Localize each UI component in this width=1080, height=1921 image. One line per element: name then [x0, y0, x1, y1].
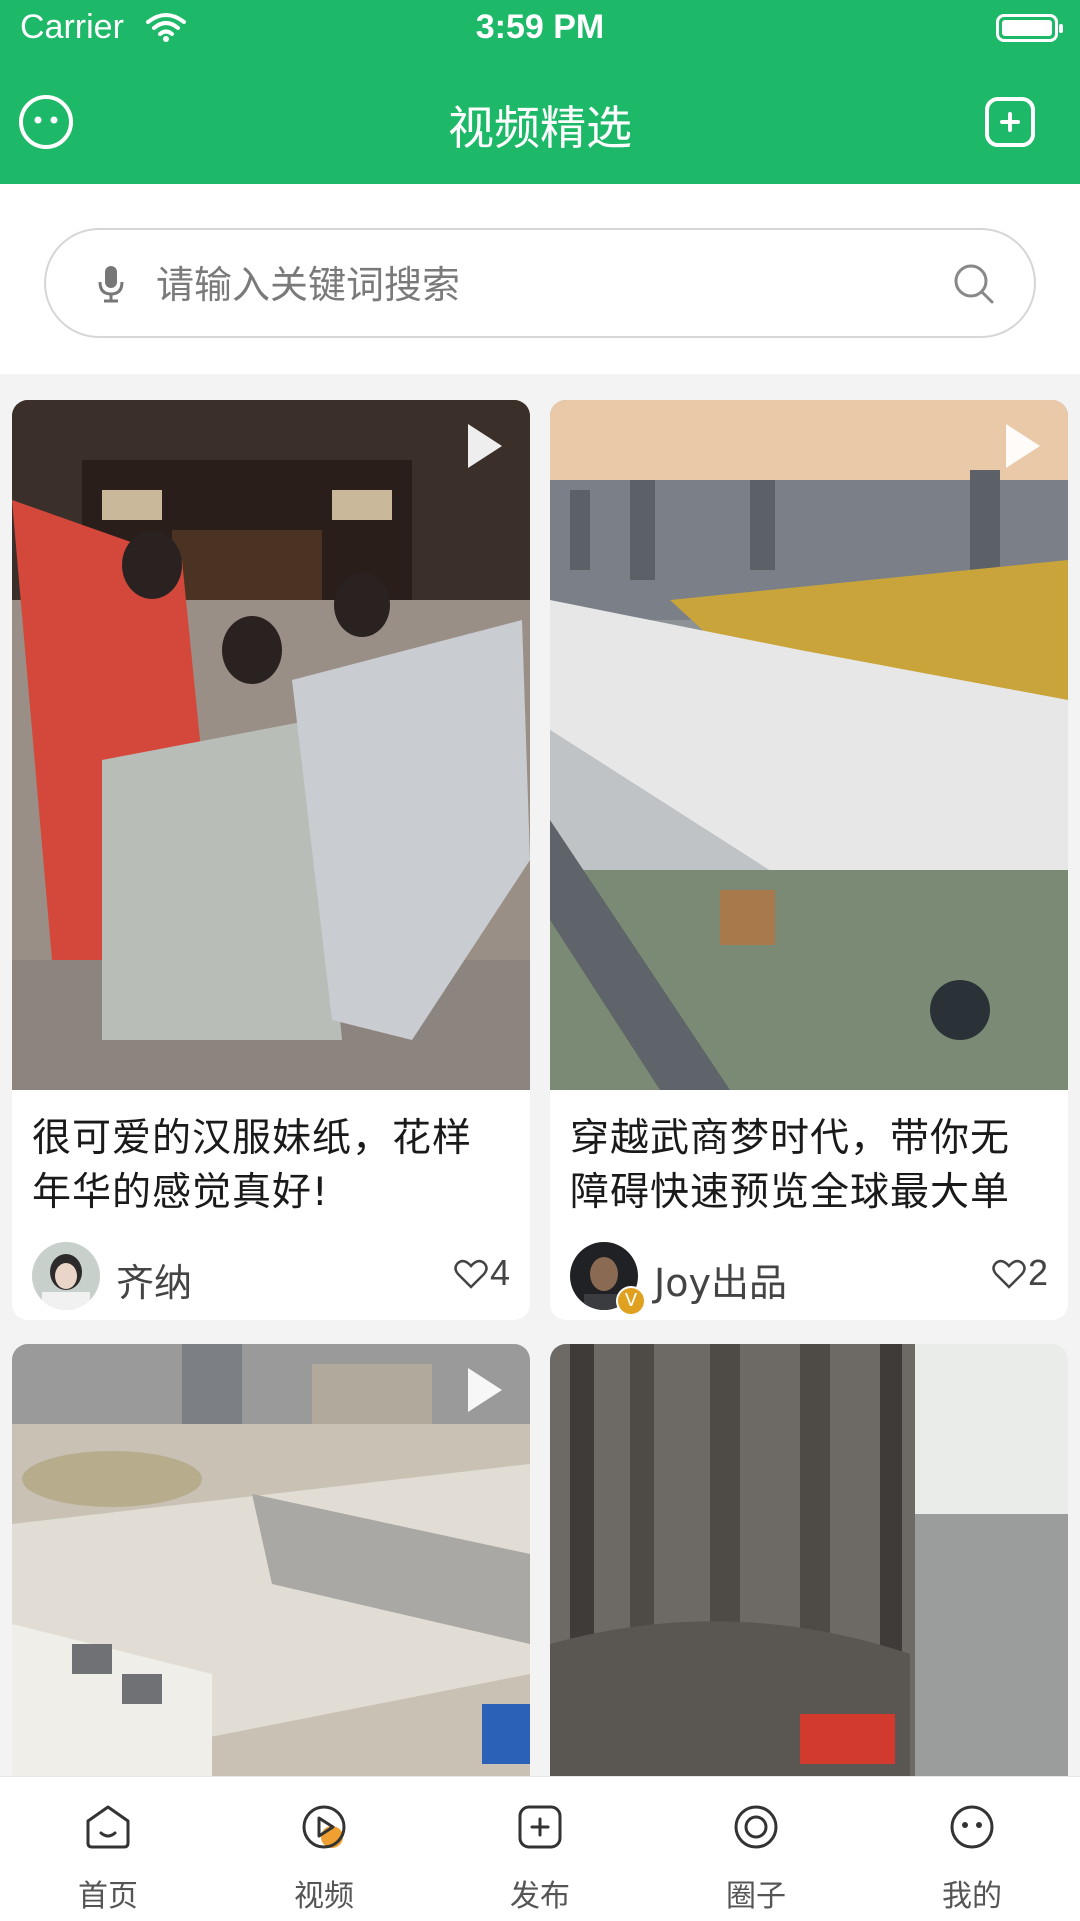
clock: 3:59 PM [475, 8, 605, 46]
video-card[interactable]: 穿越武商梦时代，带你无障碍快速预览全球最大单 V Joy出品 2 [550, 400, 1068, 1320]
microphone-icon[interactable] [96, 264, 126, 304]
add-icon[interactable] [984, 96, 1036, 148]
battery-icon [996, 14, 1063, 42]
video-thumbnail[interactable] [12, 400, 530, 1090]
tab-profile[interactable]: 我的 [864, 1777, 1080, 1921]
status-bar: Carrier 3:59 PM [0, 0, 1080, 60]
play-icon [468, 1368, 502, 1412]
search-input[interactable] [154, 256, 858, 314]
video-title: 穿越武商梦时代，带你无障碍快速预览全球最大单 [570, 1116, 1011, 1215]
circle-icon [734, 1805, 778, 1849]
video-card[interactable] [550, 1344, 1068, 1776]
search-section [0, 184, 1080, 374]
verified-badge: V [616, 1286, 646, 1316]
search-icon[interactable] [952, 262, 996, 306]
author-name[interactable]: Joy出品 [654, 1252, 787, 1307]
profile-face-icon [950, 1805, 994, 1849]
heart-icon[interactable] [992, 1259, 1026, 1289]
home-face-icon [86, 1805, 130, 1849]
tab-home[interactable]: 首页 [0, 1777, 216, 1921]
video-card[interactable]: 很可爱的汉服妹纸，花样年华的感觉真好! 齐纳 4 [12, 400, 530, 1320]
tab-video[interactable]: 视频 [216, 1777, 432, 1921]
like-count-value: 4 [489, 1252, 510, 1293]
video-play-icon [302, 1805, 346, 1849]
tab-publish[interactable]: 发布 [432, 1777, 648, 1921]
video-thumbnail[interactable] [550, 400, 1068, 1090]
video-title: 很可爱的汉服妹纸，花样年华的感觉真好! [32, 1116, 473, 1215]
tab-label: 首页 [78, 1879, 138, 1914]
author-row: V Joy出品 2 [570, 1242, 1048, 1316]
tab-label: 发布 [510, 1879, 570, 1914]
like-count[interactable]: 2 [992, 1252, 1048, 1294]
page-title: 视频精选 [448, 101, 632, 155]
like-count-value: 2 [1027, 1252, 1048, 1293]
play-icon [468, 424, 502, 468]
tab-circle[interactable]: 圈子 [648, 1777, 864, 1921]
like-count[interactable]: 4 [454, 1252, 510, 1294]
video-thumbnail[interactable] [550, 1344, 1068, 1776]
author-row: 齐纳 4 [32, 1242, 510, 1312]
publish-plus-icon [518, 1805, 562, 1849]
tab-label: 视频 [294, 1879, 354, 1914]
tab-label: 我的 [942, 1879, 1002, 1914]
author-name[interactable]: 齐纳 [116, 1252, 192, 1307]
video-card[interactable] [12, 1344, 530, 1776]
heart-icon[interactable] [454, 1259, 488, 1289]
tab-label: 圈子 [726, 1879, 786, 1914]
search-bar[interactable] [44, 228, 1036, 338]
video-thumbnail[interactable] [12, 1344, 530, 1776]
play-icon [1006, 424, 1040, 468]
tab-bar: 首页 视频 发布 圈子 我的 [0, 1776, 1080, 1921]
app-header: Carrier 3:59 PM 视频精选 [0, 0, 1080, 184]
avatar[interactable] [32, 1242, 100, 1310]
navigation-bar: 视频精选 [0, 60, 1080, 184]
